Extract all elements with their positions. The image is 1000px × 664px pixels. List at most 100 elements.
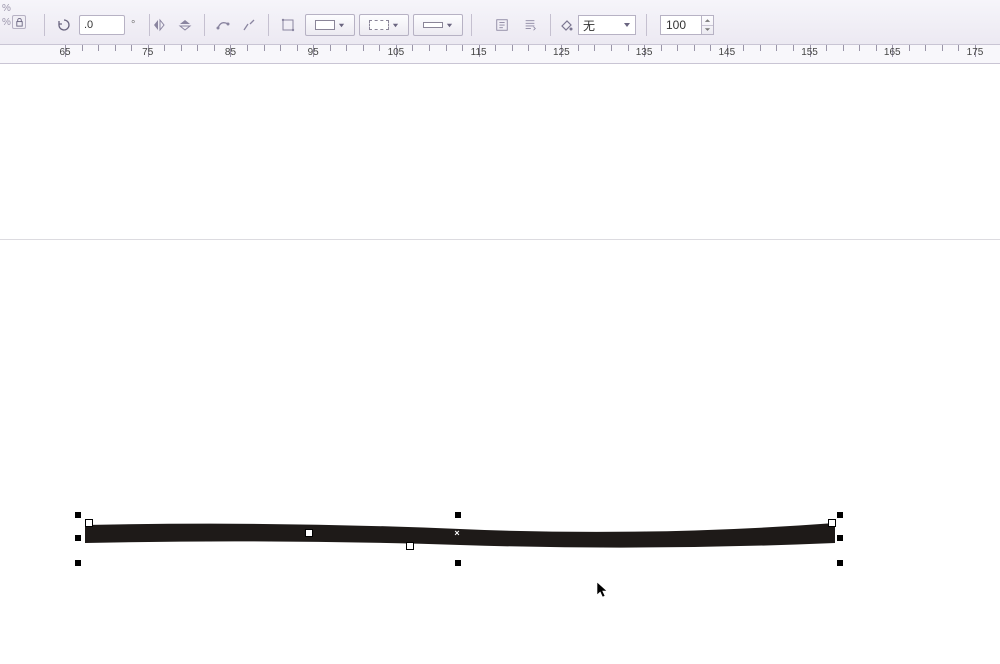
- scale-percent-label: % %: [2, 2, 11, 30]
- ruler-label: 155: [801, 47, 818, 58]
- center-marker: ×: [454, 528, 459, 538]
- rotation-input[interactable]: .0: [79, 15, 125, 35]
- wrap-style-1-button[interactable]: [305, 14, 355, 36]
- vertex-node[interactable]: [85, 519, 93, 527]
- opacity-spinner[interactable]: [702, 15, 714, 35]
- fill-bucket-icon: [558, 17, 574, 33]
- opacity-group: 100: [660, 14, 714, 36]
- ruler-minor-tick: [98, 45, 99, 51]
- mirror-vertical-button[interactable]: [174, 14, 196, 36]
- opacity-input[interactable]: 100: [660, 15, 702, 35]
- ruler-minor-tick: [942, 45, 943, 51]
- selection-handle[interactable]: [75, 535, 81, 541]
- secondary-toolbar: % % .0 °: [0, 0, 1000, 45]
- ruler-minor-tick: [677, 45, 678, 51]
- vertex-node[interactable]: [305, 529, 313, 537]
- selection-handle[interactable]: [75, 560, 81, 566]
- selection-handle[interactable]: [75, 512, 81, 518]
- ruler-label: 135: [636, 47, 653, 58]
- ruler-minor-tick: [297, 45, 298, 51]
- selection-handle[interactable]: [837, 560, 843, 566]
- separator: [471, 14, 472, 36]
- selection-handle[interactable]: [837, 512, 843, 518]
- ruler-minor-tick: [528, 45, 529, 51]
- ruler-minor-tick: [909, 45, 910, 51]
- ruler-minor-tick: [280, 45, 281, 51]
- ruler-minor-tick: [859, 45, 860, 51]
- ruler-minor-tick: [214, 45, 215, 51]
- ruler-minor-tick: [776, 45, 777, 51]
- degree-label: °: [131, 19, 135, 31]
- wrap-style-2-button[interactable]: [359, 14, 409, 36]
- horizontal-ruler[interactable]: 65758595105115125135145155165175: [0, 45, 1000, 64]
- separator: [646, 14, 647, 36]
- selected-curve-shape[interactable]: [85, 521, 835, 559]
- ruler-minor-tick: [495, 45, 496, 51]
- vertex-node[interactable]: [406, 542, 414, 550]
- ruler-minor-tick: [578, 45, 579, 51]
- text-flow-group: [490, 14, 555, 36]
- selection-handle[interactable]: [837, 535, 843, 541]
- ruler-label: 175: [967, 47, 984, 58]
- ruler-minor-tick: [611, 45, 612, 51]
- wrap-group: [305, 14, 476, 36]
- ruler-minor-tick: [412, 45, 413, 51]
- canvas[interactable]: ×: [0, 64, 1000, 664]
- selection-handle[interactable]: [455, 560, 461, 566]
- ruler-minor-tick: [363, 45, 364, 51]
- vertex-node[interactable]: [828, 519, 836, 527]
- ruler-label: 95: [308, 47, 319, 58]
- ruler-label: 145: [718, 47, 735, 58]
- ruler-minor-tick: [429, 45, 430, 51]
- ruler-minor-tick: [661, 45, 662, 51]
- break-node-button[interactable]: [238, 14, 260, 36]
- ruler-minor-tick: [925, 45, 926, 51]
- separator: [268, 14, 269, 36]
- separator: [44, 14, 45, 36]
- chevron-down-icon: [623, 21, 631, 29]
- ruler-label: 75: [142, 47, 153, 58]
- fill-select[interactable]: 无: [578, 15, 636, 35]
- ruler-label: 165: [884, 47, 901, 58]
- rotate-icon[interactable]: [53, 14, 75, 36]
- ruler-minor-tick: [446, 45, 447, 51]
- ruler-minor-tick: [760, 45, 761, 51]
- ruler-minor-tick: [330, 45, 331, 51]
- separator: [204, 14, 205, 36]
- rotation-group: .0 °: [40, 14, 154, 36]
- mouse-cursor-icon: [596, 581, 610, 599]
- wrap-text-button[interactable]: [490, 14, 514, 36]
- selection-handle[interactable]: [455, 512, 461, 518]
- spinner-down-icon[interactable]: [702, 26, 713, 35]
- ruler-minor-tick: [247, 45, 248, 51]
- text-flow-button[interactable]: [518, 14, 542, 36]
- fill-select-label: 无: [583, 17, 595, 34]
- ruler-minor-tick: [876, 45, 877, 51]
- page-boundary: [0, 239, 1000, 240]
- lock-aspect-button[interactable]: [12, 15, 26, 29]
- ruler-minor-tick: [82, 45, 83, 51]
- ruler-minor-tick: [181, 45, 182, 51]
- spinner-up-icon[interactable]: [702, 16, 713, 26]
- node-edit-group: [212, 14, 312, 36]
- wrap-style-3-button[interactable]: [413, 14, 463, 36]
- ruler-minor-tick: [594, 45, 595, 51]
- edit-nodes-button[interactable]: [212, 14, 234, 36]
- ruler-minor-tick: [793, 45, 794, 51]
- convert-curve-button[interactable]: [277, 14, 299, 36]
- ruler-minor-tick: [462, 45, 463, 51]
- ruler-minor-tick: [628, 45, 629, 51]
- ruler-label: 65: [59, 47, 70, 58]
- separator: [550, 14, 551, 36]
- ruler-minor-tick: [115, 45, 116, 51]
- ruler-minor-tick: [843, 45, 844, 51]
- ruler-minor-tick: [545, 45, 546, 51]
- ruler-minor-tick: [264, 45, 265, 51]
- ruler-minor-tick: [694, 45, 695, 51]
- ruler-minor-tick: [379, 45, 380, 51]
- mirror-horizontal-button[interactable]: [148, 14, 170, 36]
- ruler-minor-tick: [958, 45, 959, 51]
- ruler-label: 85: [225, 47, 236, 58]
- fill-group: 无: [558, 14, 651, 36]
- ruler-minor-tick: [710, 45, 711, 51]
